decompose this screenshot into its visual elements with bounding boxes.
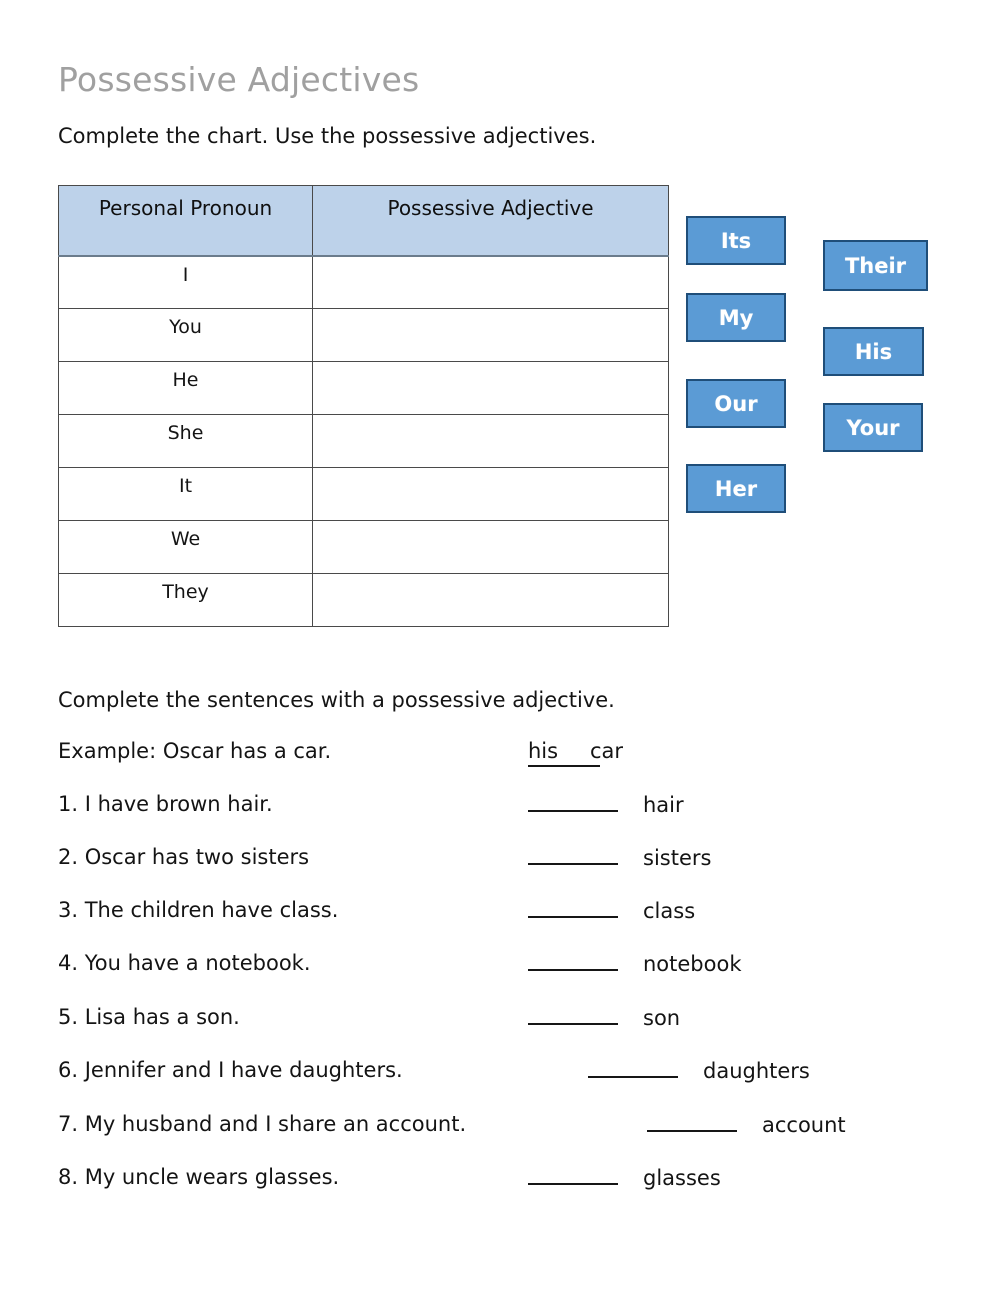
answer-noun: glasses	[643, 1166, 721, 1190]
pronoun-possessive-table: Personal Pronoun Possessive Adjective IY…	[58, 185, 669, 627]
answer-noun: notebook	[643, 952, 742, 976]
sentence-prompt-text: 3. The children have class.	[58, 898, 339, 922]
possessive-answer-cell[interactable]	[312, 255, 669, 309]
answer-slot: notebook	[528, 950, 742, 977]
possessive-answer-cell[interactable]	[312, 308, 669, 362]
sentence-exercise-row: 6. Jennifer and I have daughters. daughte…	[58, 1057, 958, 1083]
word-bank-chip-our[interactable]: Our	[686, 379, 786, 428]
sentences-instruction: Complete the sentences with a possessive…	[58, 688, 615, 712]
pronoun-cell: I	[58, 255, 313, 309]
column-header-personal-pronoun: Personal Pronoun	[58, 185, 313, 257]
answer-noun: daughters	[703, 1059, 810, 1083]
table-row: She	[58, 414, 669, 468]
sentence-prompt-text: 1. I have brown hair.	[58, 792, 273, 816]
pronoun-cell: It	[58, 467, 313, 521]
chart-instruction: Complete the chart. Use the possessive a…	[58, 124, 597, 148]
pronoun-cell: You	[58, 308, 313, 362]
column-header-possessive-adjective: Possessive Adjective	[312, 185, 669, 257]
answer-slot: class	[528, 897, 695, 924]
answer-noun: hair	[643, 793, 684, 817]
table-row: I	[58, 255, 669, 309]
table-row: We	[58, 520, 669, 574]
answer-noun: son	[643, 1006, 681, 1030]
sentence-exercise-row: 1. I have brown hair. hair	[58, 791, 958, 817]
answer-slot: son	[528, 1004, 680, 1031]
sentence-prompt-text: 8. My uncle wears glasses.	[58, 1165, 340, 1189]
sentence-prompt-text: 2. Oscar has two sisters	[58, 845, 310, 869]
answer-blank[interactable]	[528, 897, 618, 918]
table-body: I You He She It We They	[58, 255, 669, 627]
sentence-exercise-row: 7. My husband and I share an account. acc…	[58, 1111, 958, 1137]
answer-noun: sisters	[643, 846, 712, 870]
sentence-exercise-row: 3. The children have class. class	[58, 897, 958, 923]
pronoun-cell: We	[58, 520, 313, 574]
word-bank-chip-his[interactable]: His	[823, 327, 924, 376]
answer-noun: class	[643, 899, 696, 923]
word-bank-chip-your[interactable]: Your	[823, 403, 923, 452]
sentence-prompt-text: 4. You have a notebook.	[58, 951, 311, 975]
word-bank-chip-my[interactable]: My	[686, 293, 786, 342]
sentence-prompt-text: 5. Lisa has a son.	[58, 1005, 240, 1029]
worksheet-page: Possessive Adjectives Complete the chart…	[0, 0, 1000, 1291]
answer-slot: his car	[528, 738, 623, 767]
possessive-answer-cell[interactable]	[312, 467, 669, 521]
table-row: They	[58, 573, 669, 627]
sentence-exercise-row: 2. Oscar has two sisters sisters	[58, 844, 958, 870]
answer-noun: car	[590, 739, 624, 763]
answer-blank[interactable]	[588, 1057, 678, 1078]
word-bank-chip-their[interactable]: Their	[823, 240, 928, 291]
sentence-exercise-row: Example: Oscar has a car. his car	[58, 738, 958, 767]
answer-slot: sisters	[528, 844, 711, 871]
answer-blank[interactable]	[528, 950, 618, 971]
pronoun-cell: They	[58, 573, 313, 627]
possessive-answer-cell[interactable]	[312, 414, 669, 468]
answer-slot: daughters	[588, 1057, 810, 1084]
answer-blank[interactable]	[647, 1111, 737, 1132]
table-row: It	[58, 467, 669, 521]
pronoun-cell: He	[58, 361, 313, 415]
possessive-answer-cell[interactable]	[312, 361, 669, 415]
answer-slot: hair	[528, 791, 684, 818]
sentence-prompt-text: Example: Oscar has a car.	[58, 739, 332, 763]
answer-blank[interactable]	[528, 1004, 618, 1025]
answer-noun: account	[762, 1113, 846, 1137]
word-bank-chip-her[interactable]: Her	[686, 464, 786, 513]
sentence-prompt-text: 7. My husband and I share an account.	[58, 1112, 467, 1136]
answer-slot: account	[647, 1111, 846, 1138]
sentence-exercise-row: 5. Lisa has a son. son	[58, 1004, 958, 1030]
answer-blank[interactable]	[528, 1164, 618, 1185]
page-title: Possessive Adjectives	[58, 60, 420, 99]
table-header-row: Personal Pronoun Possessive Adjective	[58, 185, 669, 257]
pronoun-cell: She	[58, 414, 313, 468]
sentence-exercise-row: 8. My uncle wears glasses. glasses	[58, 1164, 958, 1190]
table-row: He	[58, 361, 669, 415]
answer-blank[interactable]	[528, 844, 618, 865]
answer-slot: glasses	[528, 1164, 721, 1191]
word-bank-chip-its[interactable]: Its	[686, 216, 786, 265]
answer-blank[interactable]	[528, 791, 618, 812]
possessive-answer-cell[interactable]	[312, 520, 669, 574]
sentence-exercise-row: 4. You have a notebook. notebook	[58, 950, 958, 976]
table-row: You	[58, 308, 669, 362]
sentence-prompt-text: 6. Jennifer and I have daughters.	[58, 1058, 403, 1082]
possessive-answer-cell[interactable]	[312, 573, 669, 627]
